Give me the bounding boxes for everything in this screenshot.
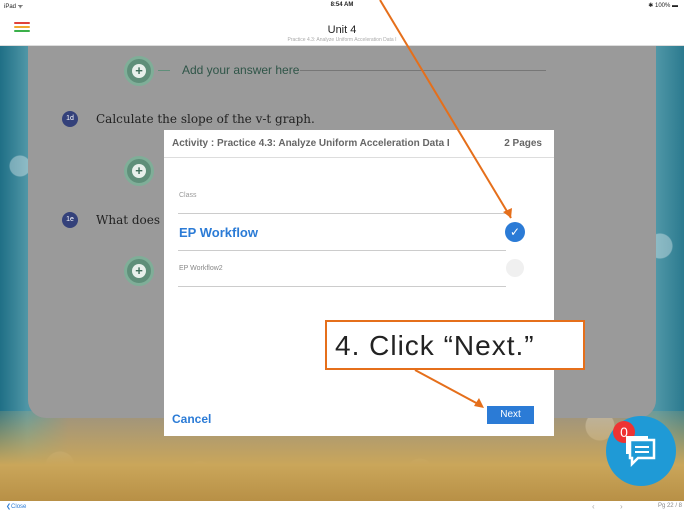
- next-button[interactable]: Next: [487, 406, 534, 424]
- cancel-button[interactable]: Cancel: [172, 412, 211, 426]
- page-number: Pg 22 / 8: [657, 503, 682, 509]
- nav-bar: Unit 4 Practice 4.3: Analyze Uniform Acc…: [0, 12, 684, 46]
- add-answer-button[interactable]: +: [124, 256, 154, 286]
- plus-icon: +: [135, 63, 143, 78]
- next-page-icon[interactable]: ›: [620, 502, 623, 511]
- status-bar: iPad ᯤ 8:54 AM ✱ 100% ▬: [0, 0, 684, 12]
- prev-page-icon[interactable]: ‹: [592, 502, 595, 511]
- activity-dialog: Activity : Practice 4.3: Analyze Uniform…: [164, 130, 554, 436]
- question-badge-1d: 1d: [62, 111, 78, 127]
- question-badge-1e: 1e: [62, 212, 78, 228]
- unselected-circle-icon[interactable]: [506, 259, 524, 277]
- question-text-1e: What does: [96, 213, 161, 227]
- class-section-label: Class: [179, 192, 197, 199]
- dialog-header: Activity : Practice 4.3: Analyze Uniform…: [164, 130, 554, 158]
- close-button[interactable]: ❮Close: [6, 503, 26, 510]
- battery-indicator: ✱ 100% ▬: [648, 3, 678, 9]
- divider: [178, 213, 506, 214]
- plus-icon: +: [135, 263, 143, 278]
- answer-placeholder: Add your answer here: [182, 63, 300, 77]
- divider: [178, 250, 506, 251]
- divider: [178, 286, 506, 287]
- bottom-bar: ❮Close ‹ › Pg 22 / 8: [0, 501, 684, 512]
- checkmark-icon[interactable]: ✓: [505, 222, 525, 242]
- page-count: 2 Pages: [504, 138, 542, 149]
- page-title: Unit 4: [327, 24, 357, 36]
- class-option-ep-workflow[interactable]: EP Workflow: [179, 225, 258, 240]
- instruction-callout: 4. Click “Next.”: [325, 320, 585, 370]
- add-answer-button[interactable]: +: [124, 156, 154, 186]
- answer-line-right: [300, 70, 546, 71]
- class-option-ep-workflow2[interactable]: EP Workflow2: [179, 265, 223, 272]
- answer-row[interactable]: + Add your answer here: [124, 56, 554, 86]
- page-subtitle: Practice 4.3: Analyze Uniform Accelerati…: [287, 37, 397, 43]
- clock: 8:54 AM: [330, 2, 354, 8]
- answer-line-left: [158, 70, 170, 71]
- dialog-title: Activity : Practice 4.3: Analyze Uniform…: [172, 138, 450, 149]
- chat-bubble-icon: [626, 436, 656, 468]
- question-text-1d: Calculate the slope of the v-t graph.: [96, 112, 315, 126]
- add-answer-button[interactable]: +: [124, 56, 154, 86]
- chat-button[interactable]: 0: [606, 416, 676, 486]
- callout-text: 4. Click “Next.”: [335, 330, 535, 361]
- plus-icon: +: [135, 163, 143, 178]
